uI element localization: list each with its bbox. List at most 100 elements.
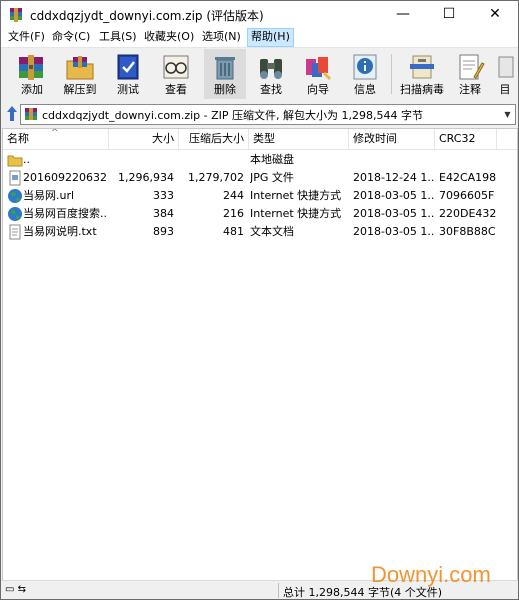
address-text: cddxdqzjydt_downyi.com.zip - ZIP 压缩文件, 解… — [42, 109, 424, 122]
delete-label: 删除 — [214, 83, 236, 96]
menu-bar: 文件(F) 命令(C) 工具(S) 收藏夹(O) 选项(N) 帮助(H) — [1, 28, 518, 48]
up-folder-icon[interactable] — [6, 104, 18, 124]
title-bar: cddxdqzjydt_downyi.com.zip (评估版本) — ☐ ✕ — [1, 1, 518, 28]
column-modified[interactable]: 修改时间 — [349, 129, 435, 149]
file-size: 384 — [153, 207, 174, 220]
file-crc — [439, 151, 499, 169]
comment-icon — [459, 54, 485, 80]
extract-folder-icon — [66, 56, 94, 80]
menu-options[interactable]: 选项(N) — [199, 28, 244, 47]
find-binoculars-icon — [260, 59, 282, 79]
list-item[interactable]: 当易网百度搜索... 384 216 Internet 快捷方式 2018-03… — [3, 205, 517, 223]
column-size[interactable]: 大小 — [109, 129, 179, 149]
minimize-icon: — — [396, 6, 410, 22]
add-label: 添加 — [21, 83, 43, 96]
file-packed: 481 — [223, 225, 244, 238]
maximize-icon: ☐ — [442, 6, 456, 22]
file-packed: 216 — [223, 207, 244, 220]
more-label: 目 — [499, 83, 511, 96]
more-button[interactable]: 目 — [493, 49, 517, 99]
file-crc: E42CA198 — [439, 171, 497, 184]
test-button[interactable]: 测试 — [107, 49, 149, 99]
add-books-icon — [19, 55, 43, 80]
menu-tools[interactable]: 工具(S) — [96, 28, 140, 47]
column-name-label: 名称 — [7, 132, 29, 145]
sort-arrow-icon: ^ — [51, 128, 59, 138]
file-size: 333 — [153, 189, 174, 202]
extract-to-button[interactable]: 解压到 — [59, 49, 101, 99]
file-name: 当易网说明.txt — [23, 225, 97, 238]
test-label: 测试 — [117, 83, 139, 96]
file-modified — [353, 151, 435, 169]
window-title: cddxdqzjydt_downyi.com.zip (评估版本) — [30, 9, 264, 23]
drive-status-icon[interactable]: ▭ ⇆ — [5, 584, 26, 595]
file-name: 201609220632... — [23, 171, 107, 184]
minimize-button[interactable]: — — [380, 1, 426, 28]
file-size: 1,296,934 — [118, 171, 174, 184]
comment-label: 注释 — [459, 83, 481, 96]
address-row: cddxdqzjydt_downyi.com.zip - ZIP 压缩文件, 解… — [1, 101, 518, 127]
winrar-app-icon[interactable] — [8, 7, 24, 23]
delete-button[interactable]: 删除 — [204, 49, 246, 99]
file-crc: 30F8B88C — [439, 225, 496, 238]
toolbar-separator — [391, 54, 392, 94]
file-modified: 2018-03-05 1... — [353, 207, 435, 220]
wizard-icon — [306, 57, 332, 81]
extract-to-label: 解压到 — [63, 83, 97, 96]
wizard-button[interactable]: 向导 — [297, 49, 339, 99]
view-glasses-icon — [163, 55, 189, 79]
winrar-window: cddxdqzjydt_downyi.com.zip (评估版本) — ☐ ✕ … — [0, 0, 519, 600]
file-modified: 2018-12-24 1... — [353, 171, 435, 184]
file-packed: 1,279,702 — [188, 171, 244, 184]
column-header-row: 名称 ^ 大小 压缩后大小 类型 修改时间 CRC32 — [3, 129, 517, 150]
address-bar[interactable]: cddxdqzjydt_downyi.com.zip - ZIP 压缩文件, 解… — [20, 104, 516, 125]
file-type: Internet 快捷方式 — [250, 207, 342, 220]
file-crc: 220DE432 — [439, 207, 497, 220]
close-button[interactable]: ✕ — [472, 1, 518, 28]
image-file-icon — [9, 170, 21, 186]
more-icon — [498, 56, 514, 78]
file-type: JPG 文件 — [250, 171, 294, 184]
file-crc: 7096605F — [439, 189, 495, 202]
maximize-button[interactable]: ☐ — [426, 1, 472, 28]
file-modified: 2018-03-05 1... — [353, 225, 435, 238]
status-divider — [278, 583, 279, 598]
file-list: 名称 ^ 大小 压缩后大小 类型 修改时间 CRC32 .. 本地磁盘 2016… — [2, 128, 518, 581]
add-button[interactable]: 添加 — [11, 49, 53, 99]
list-item[interactable]: 当易网.url 333 244 Internet 快捷方式 2018-03-05… — [3, 187, 517, 205]
delete-trash-icon — [215, 57, 235, 80]
zip-archive-icon — [25, 108, 37, 120]
find-button[interactable]: 查找 — [250, 49, 292, 99]
internet-globe-icon — [8, 207, 22, 221]
list-item[interactable]: .. 本地磁盘 — [3, 151, 517, 169]
view-button[interactable]: 查看 — [155, 49, 197, 99]
info-label: 信息 — [354, 83, 376, 96]
text-file-icon — [9, 224, 21, 240]
file-packed — [179, 151, 244, 169]
menu-commands[interactable]: 命令(C) — [49, 28, 93, 47]
scan-virus-label: 扫描病毒 — [400, 83, 444, 96]
column-packed[interactable]: 压缩后大小 — [179, 129, 249, 149]
menu-help[interactable]: 帮助(H) — [247, 28, 294, 47]
list-item[interactable]: 当易网说明.txt 893 481 文本文档 2018-03-05 1... 3… — [3, 223, 517, 241]
scan-virus-icon — [410, 55, 434, 79]
menu-file[interactable]: 文件(F) — [5, 28, 48, 47]
info-button[interactable]: 信息 — [344, 49, 386, 99]
file-name: 当易网.url — [23, 189, 75, 202]
list-item[interactable]: 201609220632... 1,296,934 1,279,702 JPG … — [3, 169, 517, 187]
column-name[interactable]: 名称 ^ — [3, 129, 109, 149]
watermark-logo: Downyi.com — [371, 562, 491, 587]
column-crc[interactable]: CRC32 — [435, 129, 497, 149]
view-label: 查看 — [165, 83, 187, 96]
scan-virus-button[interactable]: 扫描病毒 — [398, 49, 446, 99]
folder-icon — [7, 155, 23, 167]
chevron-down-icon[interactable]: ▼ — [500, 105, 515, 124]
wizard-label: 向导 — [307, 83, 329, 96]
menu-favorites[interactable]: 收藏夹(O) — [141, 28, 197, 47]
file-name: 当易网百度搜索... — [23, 207, 107, 220]
close-icon: ✕ — [489, 6, 501, 22]
comment-button[interactable]: 注释 — [449, 49, 491, 99]
column-type[interactable]: 类型 — [249, 129, 349, 149]
file-type: 本地磁盘 — [250, 153, 294, 166]
file-size: 893 — [153, 225, 174, 238]
